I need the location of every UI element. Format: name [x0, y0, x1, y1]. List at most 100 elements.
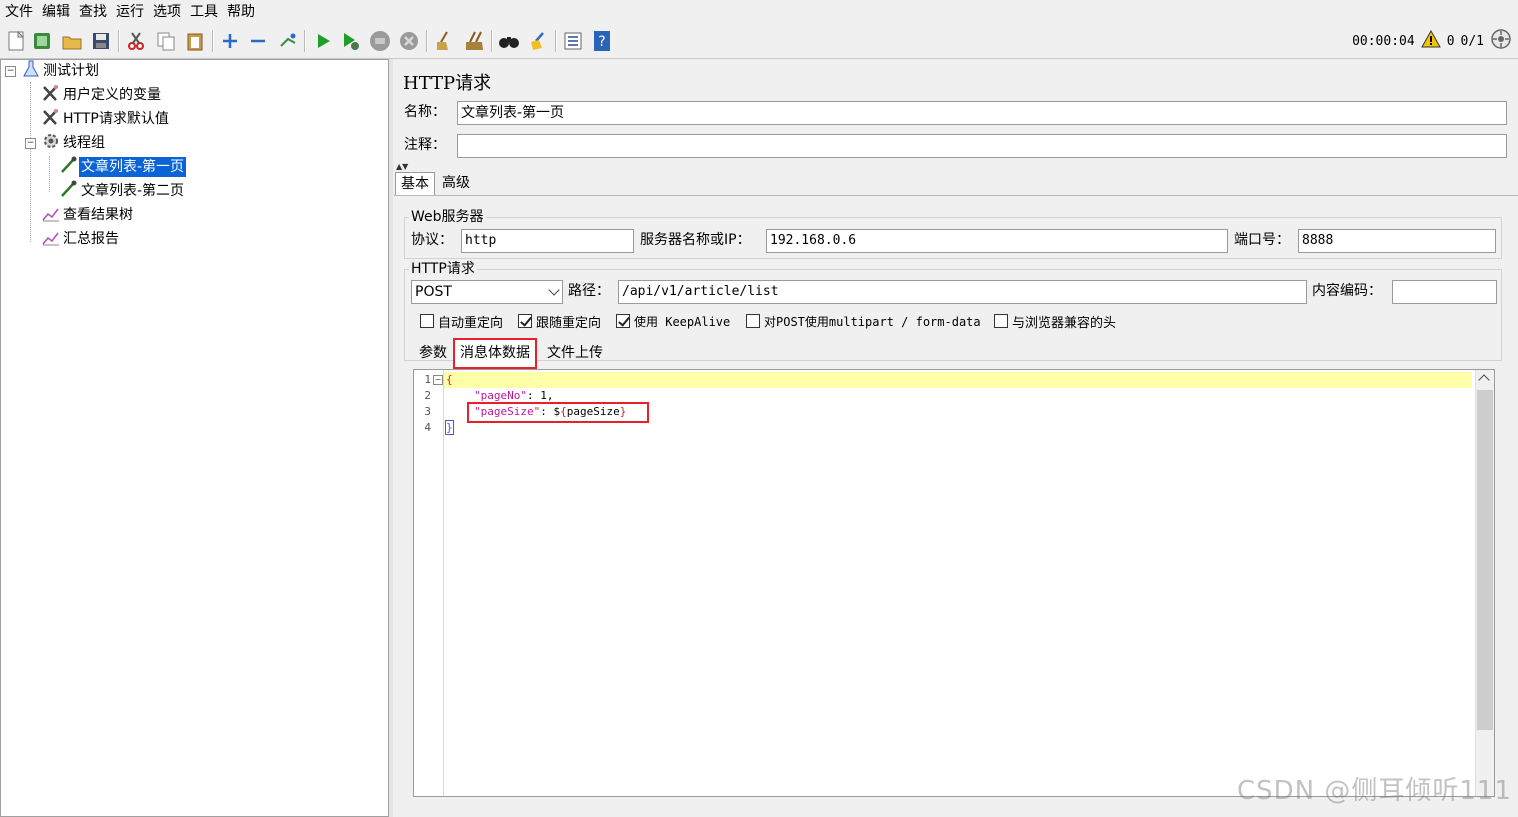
svg-text:?: ?	[598, 34, 605, 50]
clear-icon[interactable]	[432, 29, 456, 53]
search-icon[interactable]	[497, 29, 521, 53]
expand-icon[interactable]	[218, 29, 242, 53]
warning-count: 0	[1446, 33, 1455, 49]
test-plan-tree: − 测试计划 用户定义的变量 HTTP请求默认值 − 线程组 文章列表-第一页 …	[0, 59, 389, 817]
checkbox-label: 跟随重定向	[536, 315, 602, 331]
remote-icon[interactable]	[1490, 28, 1512, 54]
port-field[interactable]: 8888	[1298, 229, 1496, 253]
path-field[interactable]: /api/v1/article/list	[618, 280, 1307, 304]
tree-label: 查看结果树	[63, 207, 133, 223]
shutdown-icon[interactable]	[397, 29, 421, 53]
paste-icon[interactable]	[183, 29, 207, 53]
tree-item-article-list-page2[interactable]: 文章列表-第二页	[59, 180, 186, 202]
toggle-icon[interactable]	[276, 29, 300, 53]
menu-file[interactable]: 文件	[0, 0, 37, 24]
checkbox-box	[518, 314, 532, 328]
collapse-arrows-icon[interactable]: ▲▼	[396, 163, 408, 171]
fold-icon[interactable]: −	[433, 375, 443, 385]
menu-bar: 文件 编辑 查找 运行 选项 工具 帮助	[0, 0, 1518, 24]
checkbox-keepalive[interactable]: 使用 KeepAlive	[616, 311, 730, 331]
new-icon[interactable]	[4, 29, 28, 53]
port-label: 端口号：	[1234, 232, 1290, 248]
reset-search-icon[interactable]	[526, 29, 550, 53]
tab-file-upload[interactable]: 文件上传	[542, 340, 608, 366]
pane-splitter[interactable]	[389, 59, 393, 817]
comment-field[interactable]	[457, 134, 1507, 158]
copy-icon[interactable]	[154, 29, 178, 53]
protocol-field[interactable]: http	[461, 229, 634, 253]
menu-options[interactable]: 选项	[148, 0, 185, 24]
tree-item-results-tree[interactable]: 查看结果树	[41, 204, 135, 226]
tree-label: HTTP请求默认值	[63, 111, 169, 127]
config-tabs: 基本 高级	[394, 171, 1518, 196]
clear-all-icon[interactable]	[462, 29, 486, 53]
chart-icon	[41, 204, 61, 226]
line-number: 2	[424, 389, 431, 402]
checkbox-auto-redirect[interactable]: 自动重定向	[420, 311, 503, 331]
menu-edit[interactable]: 编辑	[37, 0, 74, 24]
menu-run[interactable]: 运行	[111, 0, 148, 24]
help-icon[interactable]: ?	[590, 29, 614, 53]
method-select[interactable]: POST	[411, 280, 563, 304]
line-number: 3	[424, 405, 431, 418]
code-line-4: }	[445, 420, 454, 436]
checkbox-browser-headers[interactable]: 与浏览器兼容的头	[994, 311, 1116, 331]
tab-parameters[interactable]: 参数	[414, 340, 452, 366]
tree-label: 线程组	[63, 135, 105, 151]
checkbox-follow-redirect[interactable]: 跟随重定向	[518, 311, 601, 331]
open-icon[interactable]	[60, 29, 84, 53]
start-icon[interactable]	[311, 29, 335, 53]
cut-icon[interactable]	[124, 29, 148, 53]
checkbox-box	[616, 314, 630, 328]
checkbox-label: 与浏览器兼容的头	[1012, 315, 1117, 331]
server-field[interactable]: 192.168.0.6	[766, 229, 1228, 253]
tab-body-data[interactable]: 消息体数据	[453, 338, 537, 369]
json-brace-close: }	[445, 420, 454, 435]
start-no-pause-icon[interactable]	[339, 29, 363, 53]
tree-item-summary-report[interactable]: 汇总报告	[41, 228, 121, 250]
tree-label: 文章列表-第二页	[81, 183, 185, 199]
checkbox-box	[420, 314, 434, 328]
checkbox-label: 自动重定向	[438, 315, 504, 331]
checkbox-multipart[interactable]: 对POST使用multipart / form-data	[746, 311, 981, 331]
tree-label: 用户定义的变量	[63, 87, 161, 103]
tree-item-thread-group[interactable]: 线程组	[41, 132, 107, 154]
menu-tools[interactable]: 工具	[185, 0, 222, 24]
body-editor[interactable]: 1 2 3 4 − { "pageNo": 1, "pageSize": ${p…	[413, 369, 1495, 797]
stop-icon[interactable]	[368, 29, 392, 53]
encoding-field[interactable]	[1392, 280, 1497, 304]
panel-title: HTTP请求	[403, 73, 492, 94]
tree-expander-test-plan[interactable]: −	[5, 66, 16, 77]
status-area: 00:00:04 0 0/1	[1352, 28, 1512, 54]
function-helper-icon[interactable]	[561, 29, 585, 53]
wrench-icon	[41, 108, 61, 130]
checkbox-label: 使用 KeepAlive	[634, 314, 731, 329]
elapsed-timer: 00:00:04	[1352, 33, 1415, 49]
menu-help[interactable]: 帮助	[222, 0, 259, 24]
tree-item-http-defaults[interactable]: HTTP请求默认值	[41, 108, 171, 130]
http-request-panel: HTTP请求 名称： 文章列表-第一页 注释： ▲▼ 基本 高级 Web服务器 …	[394, 59, 1518, 817]
collapse-icon[interactable]	[246, 29, 270, 53]
tree-item-test-plan[interactable]: 测试计划	[21, 60, 101, 82]
checkbox-label: 对POST使用multipart / form-data	[764, 314, 981, 329]
templates-icon[interactable]	[30, 29, 54, 53]
method-value: POST	[415, 284, 452, 300]
warning-icon[interactable]	[1420, 29, 1441, 52]
save-icon[interactable]	[89, 29, 113, 53]
scroll-up-icon[interactable]	[1478, 374, 1490, 386]
editor-scrollbar[interactable]	[1475, 370, 1494, 796]
name-field[interactable]: 文章列表-第一页	[457, 101, 1507, 125]
code-line-1: {	[446, 373, 453, 386]
tab-advanced[interactable]: 高级	[437, 172, 475, 195]
line-gutter: 1 2 3 4 −	[414, 370, 444, 796]
scroll-thumb[interactable]	[1477, 390, 1493, 730]
tree-expander-thread-group[interactable]: −	[25, 138, 36, 149]
tree-item-article-list-page1[interactable]: 文章列表-第一页	[59, 156, 187, 178]
menu-search[interactable]: 查找	[74, 0, 111, 24]
tab-basic[interactable]: 基本	[395, 172, 435, 195]
thread-count: 0/1	[1460, 33, 1484, 49]
tree-item-user-variables[interactable]: 用户定义的变量	[41, 84, 163, 106]
watermark: CSDN @侧耳倾听111	[1236, 776, 1512, 806]
encoding-label: 内容编码：	[1312, 283, 1382, 299]
json-key: "pageNo"	[474, 389, 527, 402]
